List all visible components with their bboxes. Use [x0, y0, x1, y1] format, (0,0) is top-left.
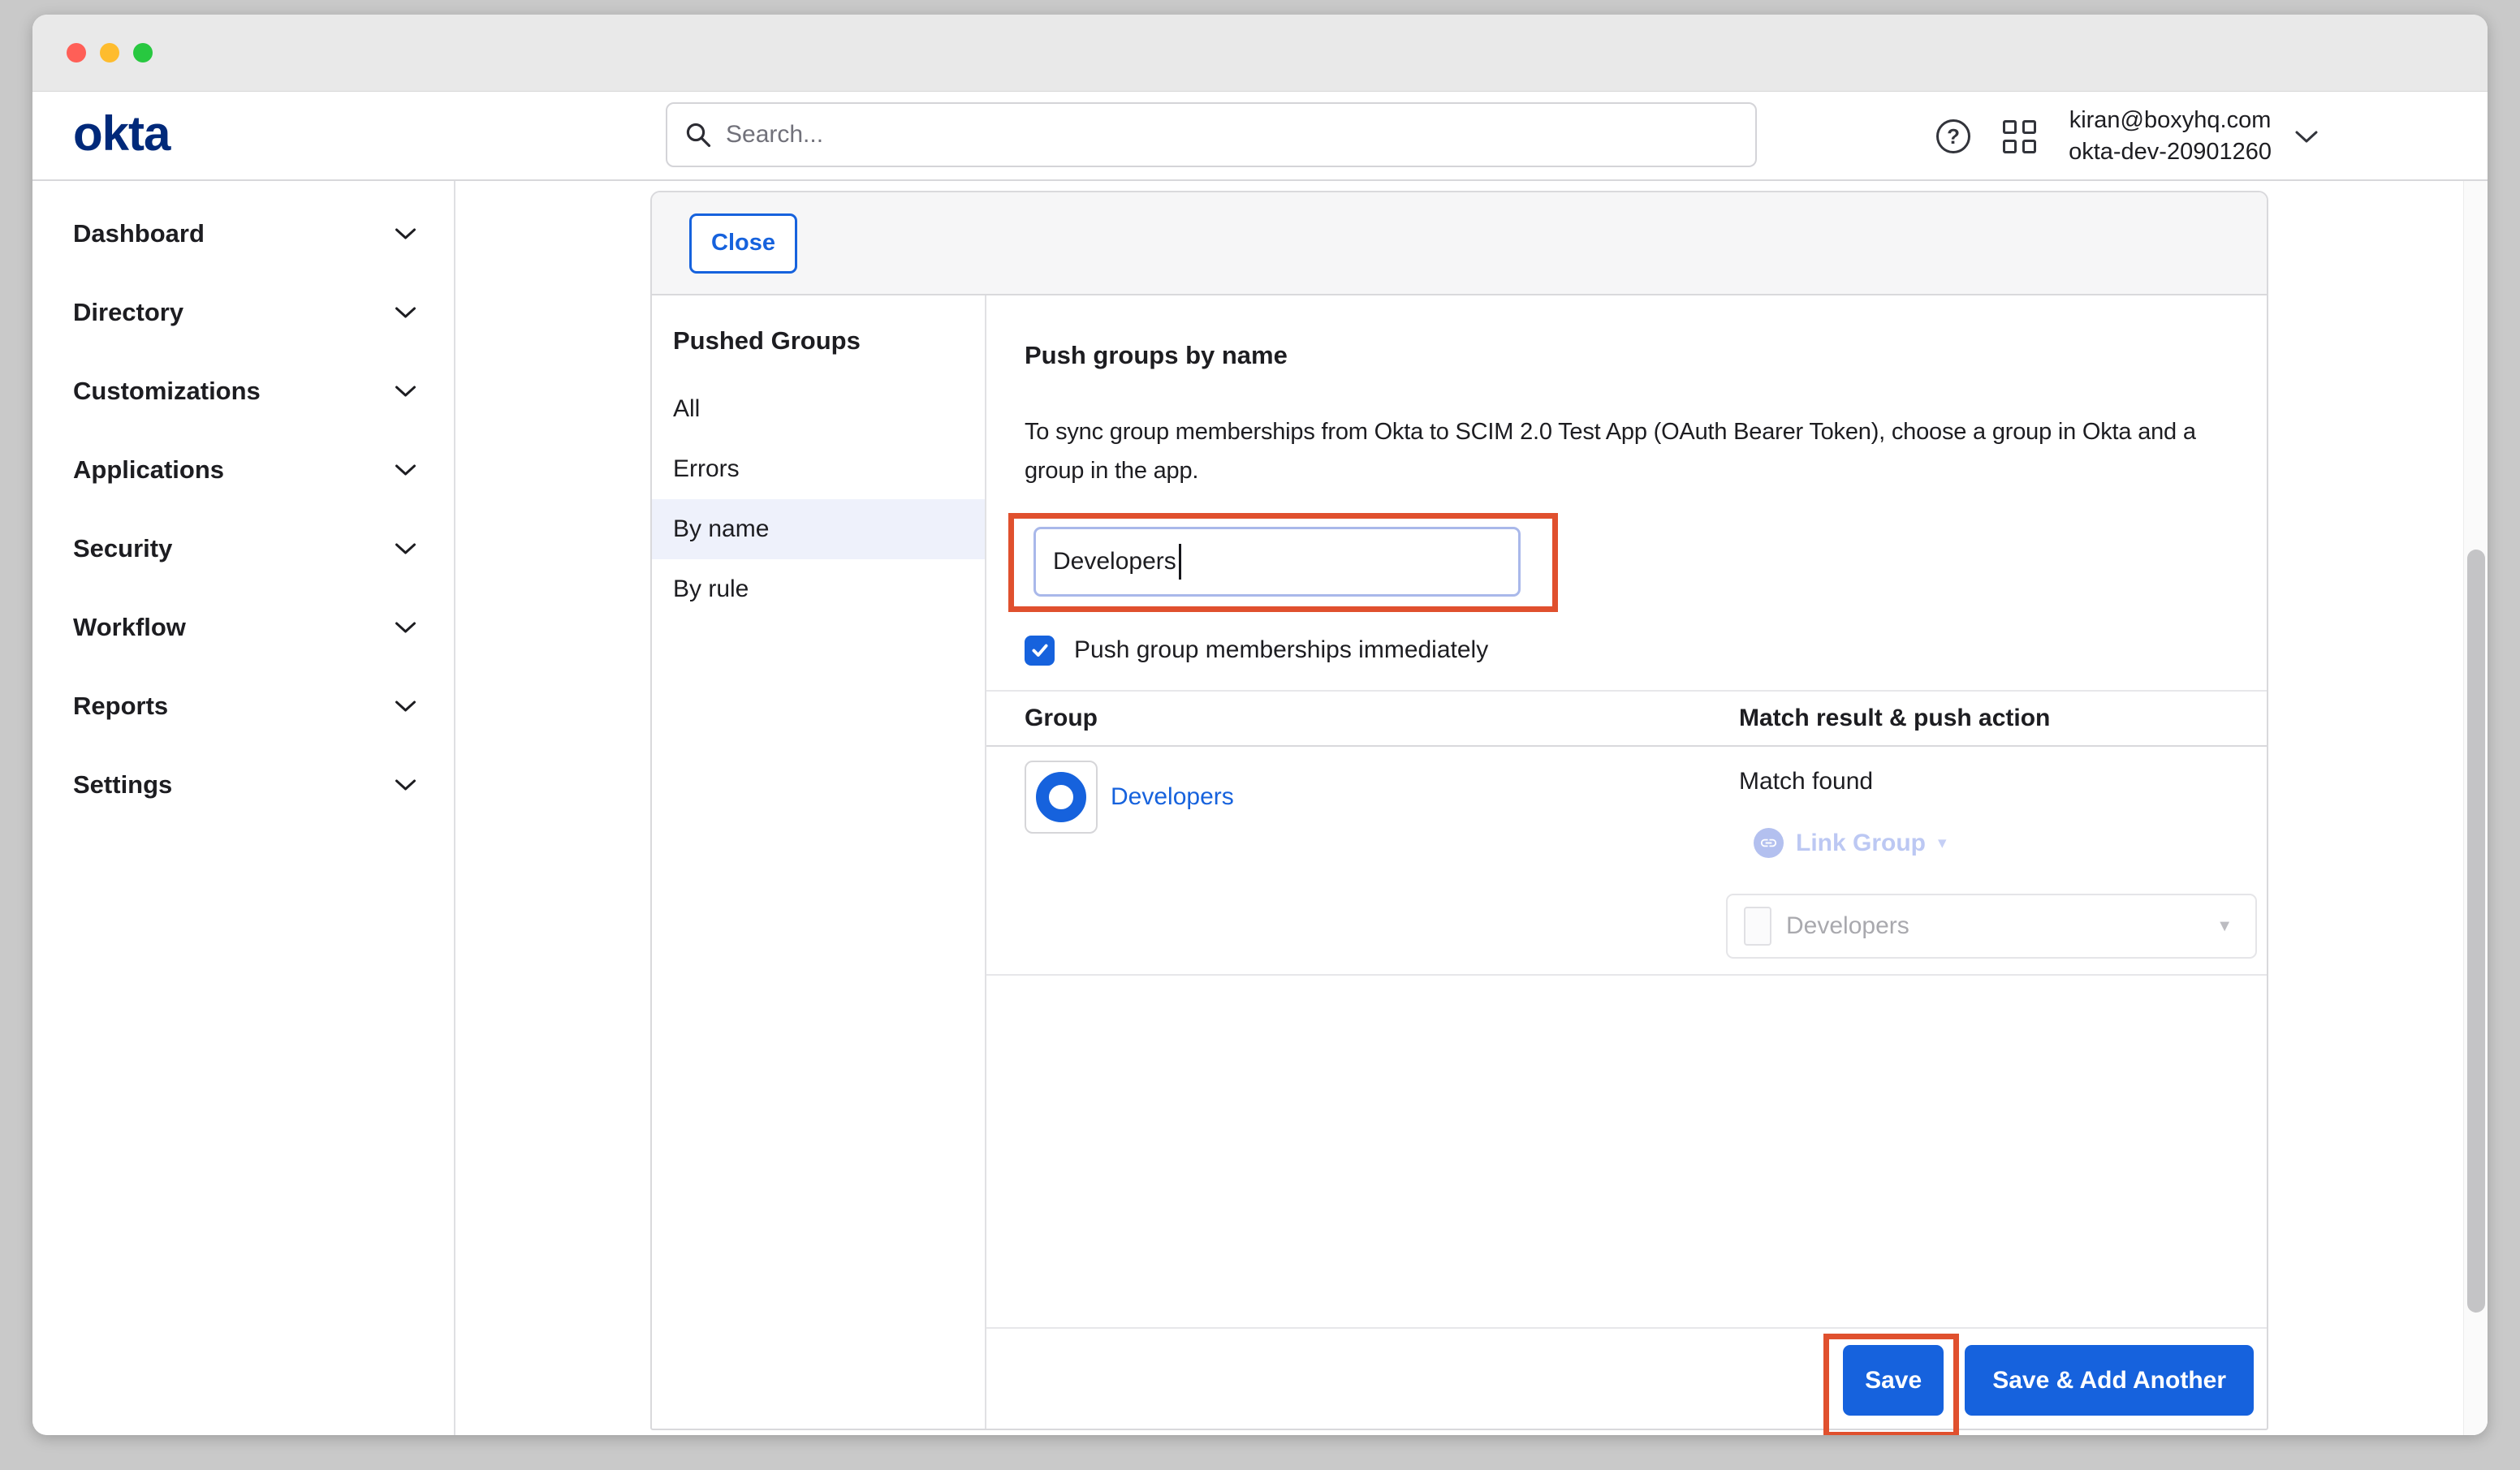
app-header: okta ? kiran@boxyhq.com [32, 92, 2488, 181]
sidebar-item-customizations[interactable]: Customizations [32, 351, 454, 430]
tab-by-name[interactable]: By name [652, 499, 985, 559]
window-zoom-icon[interactable] [133, 43, 153, 63]
panel-footer: Save Save & Add Another [986, 1327, 2267, 1429]
sidebar-item-workflow[interactable]: Workflow [32, 588, 454, 666]
sidebar-item-directory[interactable]: Directory [32, 273, 454, 351]
group-name-link[interactable]: Developers [1111, 783, 1234, 811]
caret-down-icon: ▾ [1938, 833, 1947, 853]
scrollbar-thumb[interactable] [2467, 550, 2485, 1313]
browser-window: okta ? kiran@boxyhq.com [32, 15, 2488, 1435]
window-minimize-icon[interactable] [100, 43, 119, 63]
window-titlebar [32, 15, 2488, 92]
search-icon [684, 120, 713, 149]
account-menu[interactable]: kiran@boxyhq.com okta-dev-20901260 [2069, 105, 2319, 168]
link-group-label: Link Group [1796, 830, 1926, 857]
push-by-name-content: Push groups by name To sync group member… [986, 295, 2267, 1429]
push-immediately-label: Push group memberships immediately [1074, 636, 1488, 664]
save-add-another-button[interactable]: Save & Add Another [1965, 1345, 2254, 1416]
desktop-background: okta ? kiran@boxyhq.com [0, 0, 2520, 1470]
column-header-match: Match result & push action [1739, 705, 2267, 732]
scrollbar-track[interactable] [2463, 181, 2488, 1435]
account-email: kiran@boxyhq.com [2069, 105, 2272, 136]
account-org: okta-dev-20901260 [2069, 136, 2272, 168]
group-avatar-icon [1036, 772, 1086, 822]
target-group-value: Developers [1786, 912, 2202, 940]
pushed-groups-nav: Pushed Groups All Errors By name [652, 295, 986, 1429]
chevron-down-icon [395, 385, 416, 398]
chevron-down-icon [395, 227, 416, 240]
tab-by-rule[interactable]: By rule [652, 559, 985, 619]
group-avatar [1025, 761, 1098, 834]
target-group-select[interactable]: Developers ▼ [1726, 894, 2257, 959]
push-groups-panel: Close Pushed Groups All Errors [650, 191, 2268, 1430]
sidebar-item-security[interactable]: Security [32, 509, 454, 588]
match-table: Group Match result & push action [986, 690, 2267, 976]
app-switcher-icon[interactable] [2003, 120, 2036, 153]
window-close-icon[interactable] [67, 43, 86, 63]
sidebar-item-applications[interactable]: Applications [32, 430, 454, 509]
select-caret-icon: ▼ [2216, 917, 2233, 936]
link-group-dropdown[interactable]: Link Group ▾ [1754, 828, 2267, 858]
sidebar-item-reports[interactable]: Reports [32, 666, 454, 745]
group-placeholder-icon [1744, 907, 1771, 946]
group-name-input[interactable]: Developers [1033, 527, 1521, 597]
main-area: Close Pushed Groups All Errors [455, 181, 2463, 1435]
push-immediately-checkbox[interactable] [1025, 636, 1055, 666]
check-icon [1029, 640, 1051, 661]
global-search[interactable] [666, 102, 1757, 167]
search-input[interactable] [726, 121, 1739, 149]
save-button[interactable]: Save [1843, 1345, 1944, 1416]
chevron-down-icon [2294, 130, 2319, 144]
chevron-down-icon [395, 778, 416, 791]
match-status: Match found [1739, 768, 2267, 795]
push-immediately-row: Push group memberships immediately [1025, 635, 2229, 666]
annotation-box-save: Save [1823, 1334, 1959, 1435]
pushed-groups-list: All Errors By name By rule [652, 379, 985, 619]
text-cursor [1179, 544, 1181, 580]
empty-space [986, 976, 2267, 1327]
group-cell: Developers [1025, 747, 1739, 974]
page-title: Push groups by name [1025, 339, 2229, 372]
tab-errors[interactable]: Errors [652, 439, 985, 499]
chevron-down-icon [395, 542, 416, 555]
close-button[interactable]: Close [689, 213, 797, 274]
description: To sync group memberships from Okta to S… [1025, 412, 2229, 490]
match-cell: Match found Link Group [1739, 747, 2267, 974]
sidebar: Dashboard Directory Customizations Appli… [32, 181, 455, 1435]
header-right-cluster: ? kiran@boxyhq.com okta-dev-20901260 [1936, 92, 2319, 181]
table-header: Group Match result & push action [986, 692, 2267, 747]
table-row: Developers Match found [986, 747, 2267, 976]
column-header-group: Group [1025, 705, 1739, 732]
okta-logo: okta [73, 92, 170, 179]
account-info: kiran@boxyhq.com okta-dev-20901260 [2069, 105, 2272, 168]
chevron-down-icon [395, 621, 416, 634]
chevron-down-icon [395, 700, 416, 713]
sidebar-item-settings[interactable]: Settings [32, 745, 454, 824]
link-icon [1754, 828, 1784, 858]
help-icon[interactable]: ? [1936, 119, 1970, 153]
panel-header: Close [652, 192, 2267, 295]
panel-body: Pushed Groups All Errors By name [652, 295, 2267, 1429]
content-row: Dashboard Directory Customizations Appli… [32, 181, 2488, 1435]
pushed-groups-title: Pushed Groups [652, 325, 985, 357]
tab-all[interactable]: All [652, 379, 985, 439]
sidebar-item-dashboard[interactable]: Dashboard [32, 194, 454, 273]
annotation-box-input: Developers [1008, 513, 1558, 612]
chevron-down-icon [395, 463, 416, 476]
chevron-down-icon [395, 306, 416, 319]
